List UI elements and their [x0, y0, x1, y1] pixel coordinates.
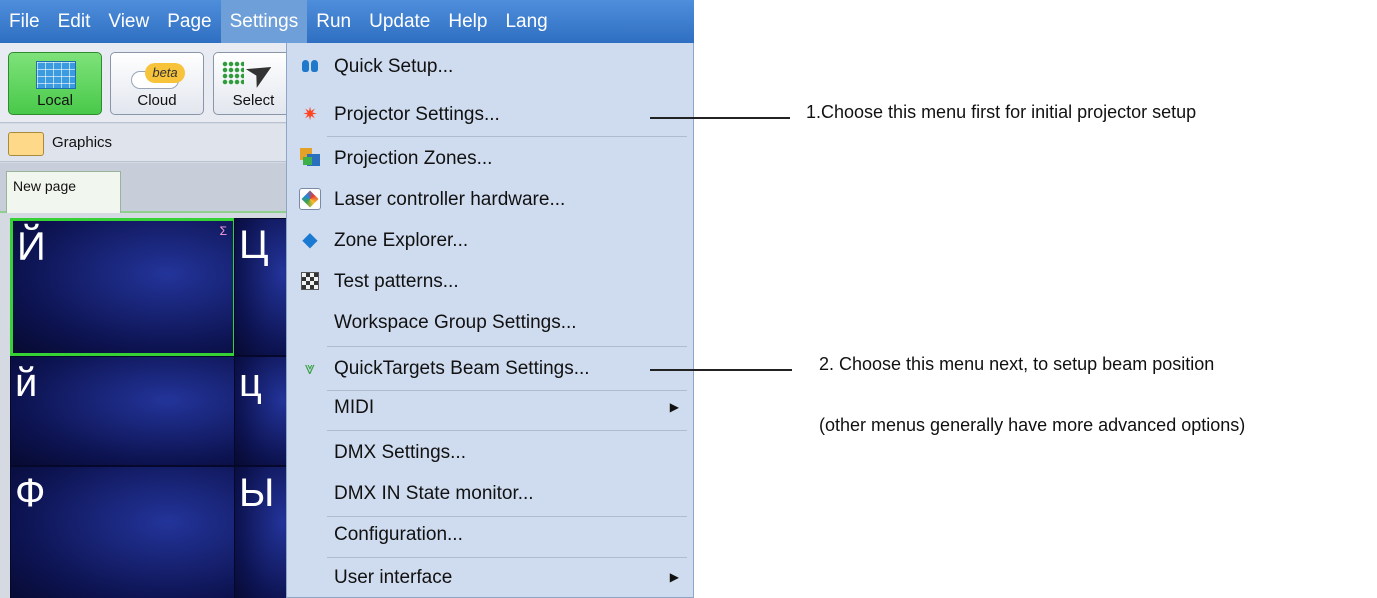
tab-new-page[interactable]: New page	[6, 171, 121, 213]
test-pattern-icon	[301, 272, 319, 290]
menu-item-label: Projection Zones...	[334, 148, 493, 169]
menu-item-workspace-group-settings[interactable]: Workspace Group Settings...	[287, 303, 694, 343]
menu-language[interactable]: Lang	[496, 0, 556, 43]
annotation-note-2: 2. Choose this menu next, to setup beam …	[819, 354, 1215, 374]
menu-item-label: Test patterns...	[334, 271, 459, 292]
annotation-line	[650, 117, 790, 119]
local-button-label: Local	[37, 92, 73, 109]
menu-item-label: QuickTargets Beam Settings...	[334, 358, 590, 379]
toolbar: Local beta Cloud ➤ Select	[0, 43, 293, 123]
cue-cell[interactable]: й	[10, 356, 236, 466]
graphics-strip: Graphics	[0, 124, 290, 162]
menu-page[interactable]: Page	[158, 0, 220, 43]
cue-cell[interactable]: Ф	[10, 466, 236, 598]
select-button-label: Select	[232, 92, 275, 109]
menu-run[interactable]: Run	[307, 0, 360, 43]
annotation-note-3: (other menus generally have more advance…	[819, 415, 1246, 435]
menu-help[interactable]: Help	[439, 0, 496, 43]
menu-item-projector-settings[interactable]: ✷ Projector Settings...	[287, 95, 694, 135]
cue-label: Ц	[239, 223, 269, 267]
cue-label: й	[15, 361, 38, 405]
menu-item-laser-controller-hardware[interactable]: Laser controller hardware...	[287, 180, 694, 220]
quicktargets-icon: ⩔	[304, 358, 316, 378]
menu-item-test-patterns[interactable]: Test patterns...	[287, 262, 694, 302]
menu-settings[interactable]: Settings	[220, 0, 308, 43]
grid-icon	[36, 61, 76, 89]
cue-cell[interactable]: Й Σ	[10, 218, 236, 356]
annotation-note-1: 1.Choose this menu first for initial pro…	[806, 102, 1197, 122]
cue-label: Ы	[239, 471, 275, 515]
sigma-icon: Σ	[219, 224, 227, 238]
cue-grid: Й Σ Ц й ц Ф Ы	[10, 218, 304, 598]
local-button[interactable]: Local	[8, 52, 102, 115]
submenu-arrow-icon: ▶	[669, 400, 679, 414]
select-button[interactable]: ➤ Select	[213, 49, 293, 115]
graphics-label[interactable]: Graphics	[52, 134, 112, 151]
menu-bar: File Edit View Page Settings Run Update …	[0, 0, 694, 43]
menu-separator	[327, 430, 687, 431]
menu-item-label: Projector Settings...	[334, 104, 500, 125]
page-tabs: New page	[0, 163, 290, 213]
menu-item-label: Laser controller hardware...	[334, 189, 566, 210]
graphics-color-chip[interactable]	[8, 132, 44, 156]
menu-separator	[327, 136, 687, 137]
menu-item-label: DMX IN State monitor...	[334, 483, 534, 504]
cue-label: Й	[17, 225, 46, 269]
footprints-icon	[299, 55, 321, 77]
menu-item-label: Quick Setup...	[334, 56, 454, 77]
menu-view[interactable]: View	[99, 0, 158, 43]
annotation-line	[650, 369, 792, 371]
menu-item-quicktargets-beam-settings[interactable]: ⩔ QuickTargets Beam Settings...	[287, 349, 694, 389]
settings-menu: Quick Setup... ✷ Projector Settings... P…	[286, 43, 694, 598]
menu-item-label: Workspace Group Settings...	[334, 312, 577, 333]
menu-item-configuration[interactable]: Configuration...	[287, 515, 694, 555]
app-window: File Edit View Page Settings Run Update …	[0, 0, 694, 598]
menu-item-zone-explorer[interactable]: ◆ Zone Explorer...	[287, 221, 694, 261]
zone-explorer-icon: ◆	[302, 229, 318, 251]
menu-item-label: DMX Settings...	[334, 442, 466, 463]
beta-badge: beta	[145, 63, 185, 83]
menu-edit[interactable]: Edit	[49, 0, 100, 43]
menu-item-label: Zone Explorer...	[334, 230, 469, 251]
menu-item-midi[interactable]: MIDI ▶	[287, 388, 694, 428]
cloud-button-label: Cloud	[137, 92, 177, 109]
cursor-arrow: ➤	[238, 49, 283, 97]
select-cursor-icon: ➤	[222, 49, 282, 97]
menu-item-label: User interface	[334, 567, 453, 588]
menu-item-quick-setup[interactable]: Quick Setup...	[287, 47, 694, 87]
menu-item-user-interface[interactable]: User interface ▶	[287, 558, 694, 598]
menu-separator	[327, 346, 687, 347]
menu-item-dmx-in-state-monitor[interactable]: DMX IN State monitor...	[287, 474, 694, 514]
menu-update[interactable]: Update	[360, 0, 439, 43]
hardware-icon	[299, 188, 321, 210]
cue-label: Ф	[15, 471, 46, 515]
cloud-button[interactable]: beta Cloud	[110, 52, 204, 115]
cloud-icon: beta	[131, 63, 185, 89]
cue-label: ц	[239, 361, 262, 405]
laser-burst-icon: ✷	[302, 104, 318, 124]
menu-item-label: MIDI	[334, 397, 375, 418]
menu-item-label: Configuration...	[334, 524, 463, 545]
menu-file[interactable]: File	[0, 0, 49, 43]
menu-item-projection-zones[interactable]: Projection Zones...	[287, 139, 694, 179]
submenu-arrow-icon: ▶	[669, 570, 679, 584]
menu-item-dmx-settings[interactable]: DMX Settings...	[287, 433, 694, 473]
